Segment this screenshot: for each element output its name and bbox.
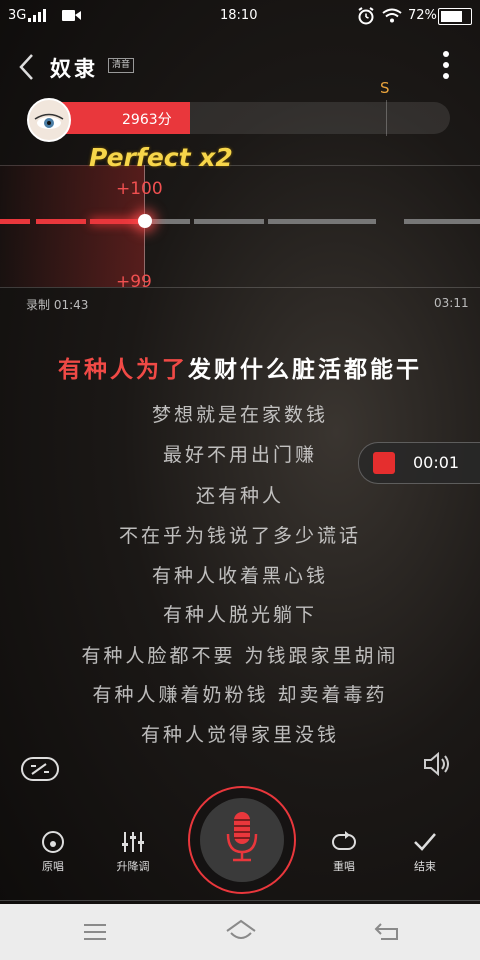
back-icon[interactable] xyxy=(16,52,36,82)
stop-record-icon[interactable] xyxy=(373,452,395,474)
home-icon[interactable] xyxy=(224,918,258,944)
grade-divider xyxy=(386,100,387,136)
pitch-cursor xyxy=(138,214,152,228)
status-bar: 3G 18:10 72% xyxy=(0,0,480,32)
back-nav-icon[interactable] xyxy=(373,920,401,942)
finish-label[interactable]: 结束 xyxy=(395,858,455,874)
pitch-adjust-icon[interactable] xyxy=(120,830,146,854)
lyric-line: 不在乎为钱说了多少谎话 xyxy=(118,525,361,547)
pitch-note xyxy=(404,219,480,224)
current-lyric: 有种人为了发财什么脏活都能干 xyxy=(0,350,480,384)
signal-icon xyxy=(28,9,46,22)
vocal-badge: 清音 xyxy=(108,58,135,73)
alarm-icon xyxy=(358,7,374,25)
clock: 18:10 xyxy=(220,8,258,23)
wifi-icon xyxy=(382,8,402,23)
controls-divider xyxy=(0,900,480,901)
recording-timer[interactable]: 00:01 xyxy=(358,442,480,484)
restart-label[interactable]: 重唱 xyxy=(314,858,374,874)
avatar xyxy=(27,98,71,142)
network-type: 3G xyxy=(8,8,27,23)
battery-percent: 72% xyxy=(408,8,437,23)
finish-check-icon[interactable] xyxy=(412,830,438,854)
original-vocal-icon[interactable] xyxy=(40,830,66,854)
pitch-note xyxy=(36,219,86,224)
lyric-line: 还有种人 xyxy=(195,485,284,507)
lyric-line: 有种人赚着奶粉钱 却卖着毒药 xyxy=(92,684,388,706)
navigation-bar xyxy=(0,904,480,960)
video-icon xyxy=(62,10,81,21)
title-bar: 奴隶 清音 S xyxy=(0,36,480,97)
battery-icon xyxy=(438,8,472,25)
volume-icon[interactable] xyxy=(422,752,454,776)
restart-icon[interactable] xyxy=(330,830,358,854)
eye-icon xyxy=(34,113,64,129)
grade-marker: S xyxy=(380,79,390,97)
lyric-line: 有种人脱光躺下 xyxy=(162,604,317,626)
pitch-note xyxy=(90,219,142,224)
bonus-bottom: +99 xyxy=(116,272,152,292)
pitch-bottom-line xyxy=(0,287,480,288)
microphone-icon xyxy=(226,812,258,862)
perfect-feedback: Perfect x2 xyxy=(89,143,233,172)
record-mic-button[interactable] xyxy=(188,786,296,894)
menu-icon[interactable] xyxy=(82,922,108,942)
lyric-line: 梦想就是在家数钱 xyxy=(151,404,328,426)
lyric-line: 有种人收着黑心钱 xyxy=(151,565,328,587)
pitch-note xyxy=(268,219,376,224)
pitch-note xyxy=(0,219,30,224)
pitch-adjust-label[interactable]: 升降调 xyxy=(103,858,163,874)
bonus-top: +100 xyxy=(116,179,163,199)
total-time: 03:11 xyxy=(434,296,469,310)
loop-mode-icon[interactable] xyxy=(20,754,60,784)
more-options-icon[interactable] xyxy=(436,50,456,84)
current-lyric-rest: 发财什么脏活都能干 xyxy=(188,357,422,383)
lyric-line: 有种人觉得家里没钱 xyxy=(140,724,339,746)
original-vocal-label[interactable]: 原唱 xyxy=(23,858,83,874)
elapsed-time: 录制 01:43 xyxy=(26,298,89,312)
lyric-line: 有种人脸都不要 为钱跟家里胡闹 xyxy=(81,645,399,667)
pitch-note xyxy=(194,219,264,224)
record-timer-text: 00:01 xyxy=(413,453,460,472)
song-title: 奴隶 xyxy=(50,57,98,81)
pitch-note xyxy=(150,219,190,224)
current-lyric-sung: 有种人为了 xyxy=(58,357,188,383)
score-text: 2963分 xyxy=(122,112,172,128)
